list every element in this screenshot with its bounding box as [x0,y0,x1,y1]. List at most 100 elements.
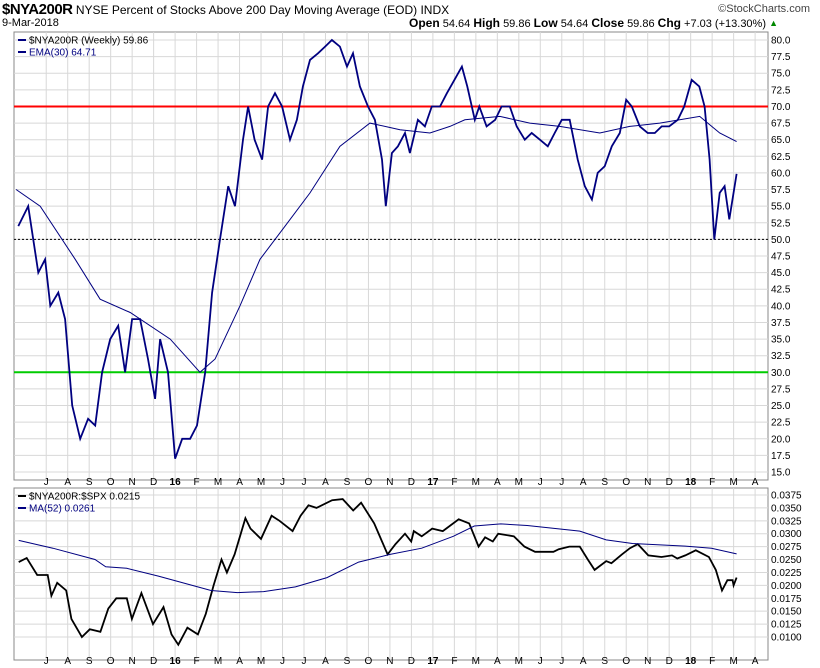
x-tick-label: S [86,656,93,667]
x-tick-label: 16 [170,656,182,667]
y-tick-label: 27.5 [771,384,791,395]
x-tick-label: F [194,477,200,488]
y-tick-label: 37.5 [771,318,791,329]
x-tick-label: M [729,656,737,667]
x-tick-label: N [644,477,651,488]
x-tick-label: J [44,477,49,488]
y-tick-label: 30.0 [771,368,791,379]
y-tick-label: 22.5 [771,418,791,429]
x-tick-label: S [601,656,608,667]
x-tick-label: A [322,656,329,667]
y-tick-label: 0.0150 [771,607,802,618]
x-tick-label: J [44,656,49,667]
x-tick-label: M [472,656,480,667]
x-tick-label: D [408,656,415,667]
x-tick-label: O [622,656,630,667]
y-tick-label: 0.0350 [771,503,802,514]
y-tick-label: 25.0 [771,401,791,412]
x-tick-label: A [580,477,587,488]
x-tick-label: O [365,656,373,667]
x-tick-label: M [214,477,222,488]
x-tick-label: N [386,477,393,488]
x-tick-label: M [257,477,265,488]
legend-entry-ma: MA(52) 0.0261 [29,504,96,515]
y-tick-label: 0.0225 [771,568,802,579]
y-tick-label: 57.5 [771,185,791,196]
y-tick-label: 72.5 [771,85,791,96]
x-tick-label: D [150,656,157,667]
x-tick-label: J [302,656,307,667]
y-tick-label: 77.5 [771,52,791,63]
y-tick-label: 50.0 [771,235,791,246]
y-tick-label: 0.0275 [771,542,802,553]
x-tick-label: A [494,477,501,488]
x-tick-label: N [644,656,651,667]
x-tick-label: J [280,477,285,488]
x-tick-label: O [107,477,115,488]
x-tick-label: M [472,477,480,488]
y-tick-label: 35.0 [771,335,791,346]
x-tick-label: J [538,477,543,488]
y-tick-label: 0.0200 [771,581,802,592]
x-tick-label: F [709,477,715,488]
y-tick-label: 55.0 [771,202,791,213]
y-tick-label: 67.5 [771,119,791,130]
x-tick-label: F [709,656,715,667]
x-tick-label: M [214,656,222,667]
x-tick-label: N [129,656,136,667]
panel-frame [13,487,769,661]
x-tick-label: 18 [685,656,697,667]
legend-entry-ema: EMA(30) 64.71 [29,48,97,59]
x-tick-label: F [451,656,457,667]
x-tick-label: 17 [427,656,439,667]
x-tick-label: M [257,656,265,667]
x-tick-label: O [365,477,373,488]
y-tick-label: 0.0250 [771,555,802,566]
y-tick-label: 42.5 [771,285,791,296]
x-tick-label: M [515,656,523,667]
x-tick-label: M [515,477,523,488]
x-tick-label: S [344,477,351,488]
x-tick-label: J [559,477,564,488]
x-tick-label: J [280,656,285,667]
x-tick-label: A [752,656,759,667]
x-tick-label: 16 [170,477,182,488]
y-tick-label: 52.5 [771,218,791,229]
x-tick-label: A [494,656,501,667]
y-tick-label: 60.0 [771,168,791,179]
x-tick-label: N [129,477,136,488]
x-tick-label: O [107,656,115,667]
x-tick-label: O [622,477,630,488]
x-tick-label: D [666,477,673,488]
x-tick-label: A [580,656,587,667]
y-tick-label: 0.0300 [771,529,802,540]
chart-canvas: 15.0 17.5 20.0 22.5 25.0 27.5 30.0 32.5 35.0 37.5… [13,31,802,667]
y-tick-label: 17.5 [771,451,791,462]
y-tick-label: 0.0325 [771,516,802,527]
y-tick-label: 0.0100 [771,633,802,644]
x-tick-label: D [408,477,415,488]
x-tick-label: A [236,656,243,667]
x-tick-label: 18 [685,477,697,488]
x-tick-label: S [344,656,351,667]
y-tick-label: 32.5 [771,351,791,362]
x-tick-label: F [194,656,200,667]
y-tick-label: 70.0 [771,102,791,113]
x-tick-label: J [559,656,564,667]
y-tick-label: 0.0375 [771,491,802,502]
x-tick-label: S [86,477,93,488]
x-tick-label: N [386,656,393,667]
x-tick-label: A [236,477,243,488]
x-tick-label: A [64,656,71,667]
y-tick-label: 75.0 [771,69,791,80]
x-tick-label: A [322,477,329,488]
y-tick-label: 0.0175 [771,594,802,605]
x-tick-label: M [729,477,737,488]
y-tick-label: 80.0 [771,36,791,47]
legend-entry-price: $NYA200R (Weekly) 59.86 [29,36,149,47]
x-tick-label: S [601,477,608,488]
x-tick-label: D [666,656,673,667]
y-tick-label: 45.0 [771,268,791,279]
x-tick-label: A [64,477,71,488]
legend-entry-ratio: $NYA200R:$SPX 0.0215 [29,492,140,503]
